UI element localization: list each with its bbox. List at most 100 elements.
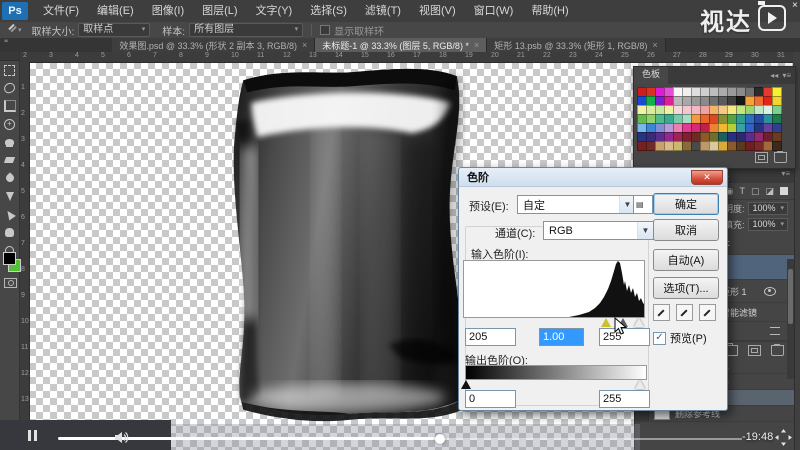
menu-select[interactable]: 选择(S): [301, 0, 356, 22]
options-button[interactable]: 选项(T)...: [653, 277, 719, 299]
black-point-eyedropper-icon[interactable]: [653, 304, 670, 321]
menu-edit[interactable]: 编辑(E): [88, 0, 143, 22]
new-swatch-icon[interactable]: [755, 152, 768, 163]
tool-clone-stamp[interactable]: [0, 133, 19, 151]
panel-scrollbar[interactable]: [787, 259, 794, 379]
tool-path-select[interactable]: [0, 205, 19, 223]
tab-document-3[interactable]: 矩形 13.psb @ 33.3% (矩形 1, RGB/8) ×: [487, 38, 666, 52]
tool-pen[interactable]: [0, 187, 19, 205]
output-black-slider[interactable]: [461, 380, 471, 389]
panel-collapse-icon[interactable]: ❝: [0, 38, 12, 52]
auto-button[interactable]: 自动(A): [653, 249, 719, 271]
dialog-title-bar[interactable]: 色阶 ✕: [459, 168, 727, 187]
swatches-tab[interactable]: 色板: [634, 67, 669, 84]
cancel-button[interactable]: 取消: [653, 219, 719, 241]
volume-icon[interactable]: [114, 431, 129, 444]
panel-menu-icon[interactable]: ▾≡: [781, 169, 794, 183]
scrollbar-thumb[interactable]: [788, 269, 793, 324]
photoshop-logo-icon: Ps: [2, 2, 28, 20]
show-sampling-ring-checkbox[interactable]: [320, 25, 331, 35]
sample-dropdown[interactable]: 所有图层 ▾: [189, 23, 304, 37]
tab-label: 矩形 13.psb @ 33.3% (矩形 1, RGB/8): [494, 40, 648, 51]
tool-hand[interactable]: [0, 223, 19, 241]
color-swatch[interactable]: [772, 141, 782, 151]
tool-blur[interactable]: [0, 169, 19, 187]
output-white-field[interactable]: 255: [599, 390, 650, 408]
sample-label: 样本:: [162, 26, 186, 38]
menu-view[interactable]: 视图(V): [410, 0, 465, 22]
gray-point-eyedropper-icon[interactable]: [676, 304, 693, 321]
tool-preset-arrow-icon[interactable]: ▾: [18, 26, 22, 34]
filter-smart-icon[interactable]: ◪: [765, 186, 774, 197]
ruler-number: 12: [283, 52, 291, 59]
tool-crop[interactable]: [0, 97, 19, 115]
preset-options-button[interactable]: ▤: [633, 195, 653, 214]
pause-button[interactable]: [28, 430, 37, 441]
ruler-number: 6: [21, 214, 25, 221]
input-white-slider[interactable]: [634, 318, 644, 327]
input-black-slider[interactable]: [601, 318, 611, 327]
show-sampling-ring-label: 显示取样环: [334, 26, 385, 38]
new-layer-icon[interactable]: [748, 344, 761, 356]
chevron-down-icon: ▾: [780, 205, 784, 212]
close-icon[interactable]: ×: [474, 40, 479, 50]
opacity-value-dropdown[interactable]: 100% ▾: [748, 201, 788, 215]
tool-eraser[interactable]: [0, 151, 19, 169]
ok-button[interactable]: 确定: [653, 193, 719, 215]
eye-icon[interactable]: [764, 286, 776, 296]
progress-bar-remaining[interactable]: [440, 438, 742, 440]
drag-move-icon[interactable]: [775, 429, 792, 446]
tool-rectangular-marquee[interactable]: [0, 61, 19, 79]
preset-dropdown[interactable]: 自定 ▼: [517, 195, 636, 214]
eraser-icon: [3, 157, 16, 163]
menu-filter[interactable]: 滤镜(T): [356, 0, 410, 22]
quick-mask-icon[interactable]: [4, 278, 17, 288]
channel-value: RGB: [549, 224, 573, 237]
fill-value-dropdown[interactable]: 100% ▾: [748, 217, 788, 231]
tab-document-1[interactable]: 效果图.psd @ 33.3% (形状 2 副本 3, RGB/8) ×: [112, 38, 316, 52]
menu-file[interactable]: 文件(F): [34, 0, 88, 22]
clone-stamp-icon: [5, 139, 14, 145]
collapse-panel-icon[interactable]: ◂◂: [770, 71, 778, 80]
delete-layer-icon[interactable]: [771, 343, 784, 356]
dialog-close-button[interactable]: ✕: [691, 169, 723, 185]
ruler-number: 9: [21, 292, 25, 299]
output-black-field[interactable]: 0: [465, 390, 516, 408]
channel-dropdown[interactable]: RGB ▼: [543, 221, 654, 240]
dialog-title: 色阶: [467, 172, 489, 184]
filter-toggle-icon[interactable]: [770, 327, 780, 335]
tool-lasso[interactable]: [0, 79, 19, 97]
ruler-number: 30: [751, 52, 759, 59]
ruler-number: 31: [777, 52, 785, 59]
tool-healing-brush[interactable]: +: [0, 115, 19, 133]
menu-layer[interactable]: 图层(L): [193, 0, 246, 22]
input-gamma-field[interactable]: 1.00: [539, 328, 584, 346]
foreground-color-swatch[interactable]: [3, 252, 16, 265]
sample-value: 所有图层: [194, 24, 235, 35]
preview-label: 预览(P): [670, 333, 707, 345]
chevron-down-icon: ▼: [637, 222, 653, 239]
filter-shape-icon[interactable]: ▢: [751, 186, 760, 197]
menu-help[interactable]: 帮助(H): [522, 0, 577, 22]
toolbar-grip[interactable]: [0, 52, 19, 61]
ruler-number: 5: [101, 52, 105, 59]
sample-size-dropdown[interactable]: 取样点 ▾: [78, 23, 151, 37]
close-icon[interactable]: ×: [302, 40, 307, 50]
delete-swatch-icon[interactable]: [774, 151, 787, 163]
preview-checkbox[interactable]: ✓: [653, 331, 666, 345]
ruler-number: 13: [309, 52, 317, 59]
menu-window[interactable]: 窗口(W): [465, 0, 523, 22]
menu-image[interactable]: 图像(I): [143, 0, 193, 22]
white-point-eyedropper-icon[interactable]: [699, 304, 716, 321]
ruler-number: 15: [361, 52, 369, 59]
watermark-close-icon[interactable]: ×: [792, 0, 798, 11]
filter-type-icon[interactable]: T: [739, 186, 745, 196]
progress-scrubber-handle[interactable]: [435, 433, 445, 444]
tab-document-2-active[interactable]: 未标题-1 @ 33.3% (图层 5, RGB/8) * ×: [315, 38, 488, 52]
filter-toggle-icon[interactable]: [780, 187, 788, 195]
output-white-slider[interactable]: [635, 380, 645, 389]
input-black-field[interactable]: 205: [465, 328, 516, 346]
menu-type[interactable]: 文字(Y): [247, 0, 302, 22]
close-icon[interactable]: ×: [652, 40, 657, 50]
panel-menu-icon[interactable]: ▾≡: [782, 71, 791, 80]
